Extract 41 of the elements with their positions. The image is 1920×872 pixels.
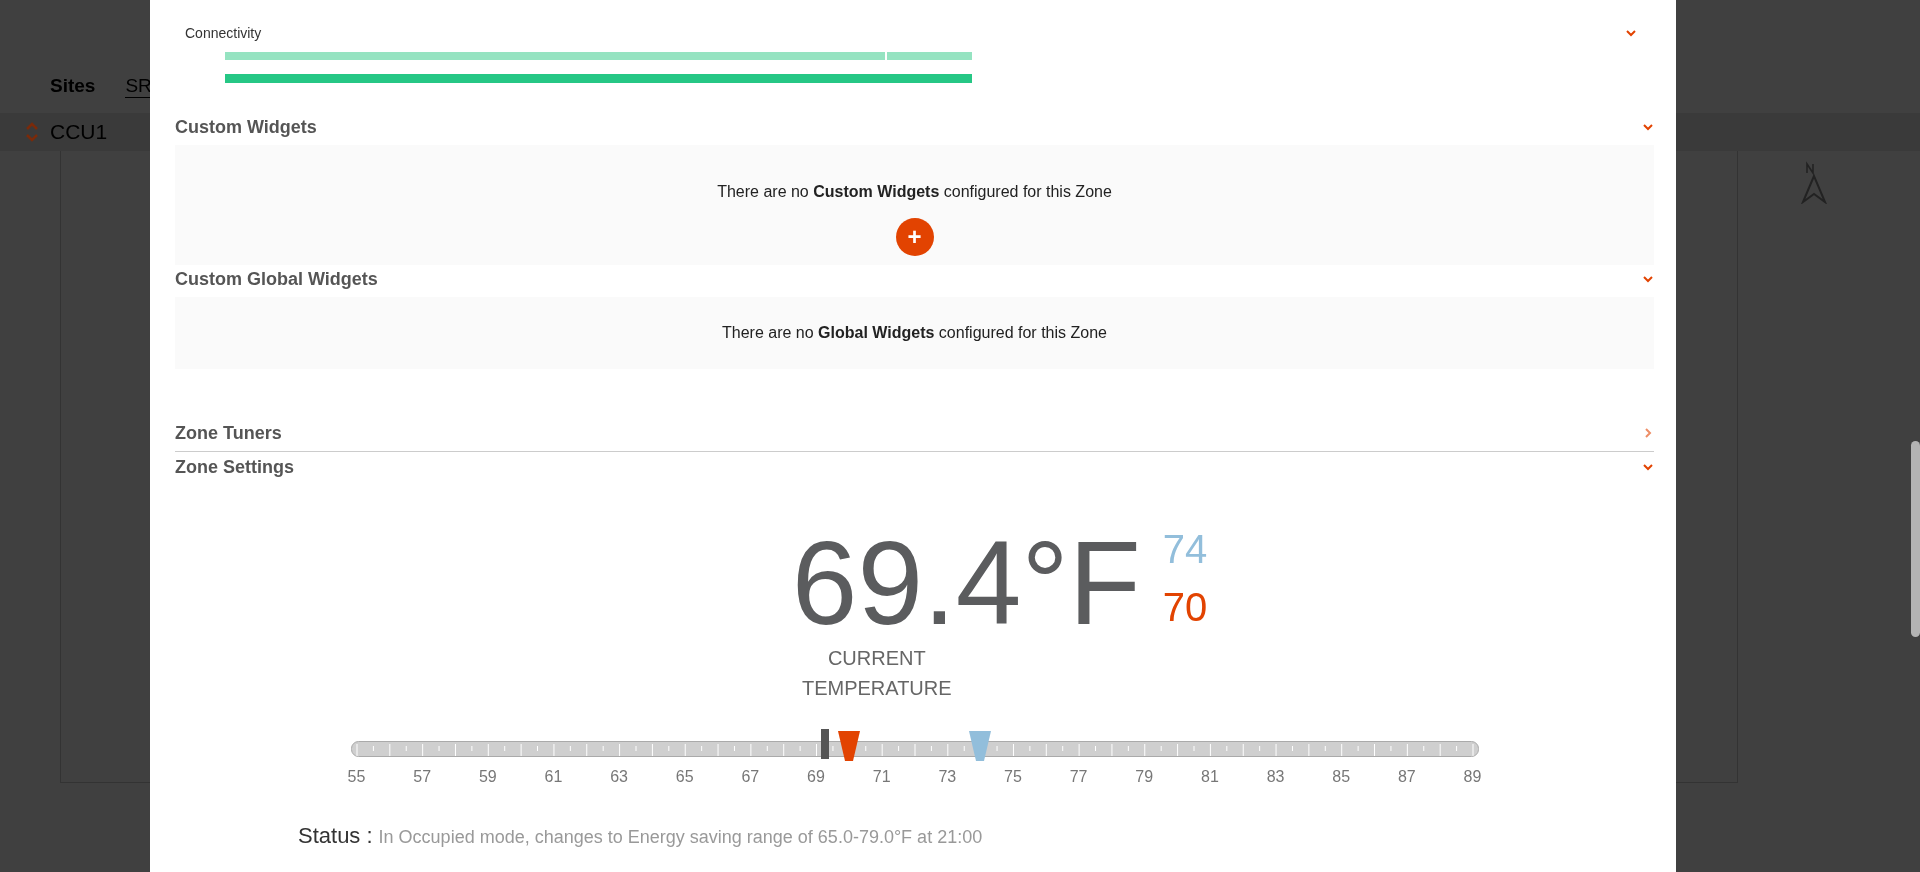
empty-message: There are no Global Widgets configured for this Zone	[722, 323, 1107, 343]
status-text: In Occupied mode, changes to Energy saving range of 65.0-79.0°F at 21:00	[378, 826, 983, 849]
scale-label: 85	[1331, 767, 1352, 787]
scale-label: 89	[1462, 767, 1483, 787]
scrollbar-thumb[interactable]	[1911, 441, 1920, 637]
scale-label: 87	[1396, 767, 1417, 787]
scale-label: 71	[871, 767, 892, 787]
section-title[interactable]: Custom Global Widgets	[175, 265, 378, 293]
scale-label: 55	[346, 767, 367, 787]
add-button[interactable]: +	[895, 218, 934, 256]
scale-label: 61	[543, 767, 564, 787]
scale-label: 57	[412, 767, 433, 787]
chevron-icon[interactable]	[1625, 27, 1637, 39]
heating-setpoint-handle[interactable]	[837, 731, 860, 761]
current-temperature: 69.4°F	[791, 521, 1141, 645]
status-label: Status :	[298, 822, 373, 850]
scale-label: 79	[1134, 767, 1155, 787]
scale-label: 75	[1003, 767, 1023, 787]
cooling-setpoint: 74	[1162, 527, 1208, 571]
scale-label: 83	[1265, 767, 1286, 787]
scale-label: 69	[806, 767, 826, 787]
scale-label: 63	[609, 767, 629, 787]
chevron-icon[interactable]	[1642, 461, 1654, 473]
section-title[interactable]: Zone Settings	[175, 453, 294, 481]
sort-icon	[26, 121, 38, 143]
scale-label: 81	[1200, 767, 1220, 787]
cooling-setpoint-handle[interactable]	[969, 731, 992, 761]
section-title[interactable]: Custom Widgets	[175, 113, 317, 141]
temperature-caption: CURRENT TEMPERATURE	[800, 646, 953, 701]
chevron-icon[interactable]	[1642, 427, 1654, 439]
scale-label: 59	[477, 767, 498, 787]
scale-label: 77	[1068, 767, 1089, 787]
chevron-icon[interactable]	[1642, 121, 1654, 133]
section-title[interactable]: Zone Tuners	[175, 419, 282, 447]
chevron-icon[interactable]	[1642, 273, 1654, 285]
scale-label: 67	[740, 767, 761, 787]
scale-label: 65	[674, 767, 695, 787]
scale-label: 73	[937, 767, 958, 787]
heating-setpoint: 70	[1162, 585, 1208, 629]
empty-message: There are no Custom Widgets configured for this Zone	[717, 182, 1112, 202]
section-title: Connectivity	[185, 23, 262, 43]
